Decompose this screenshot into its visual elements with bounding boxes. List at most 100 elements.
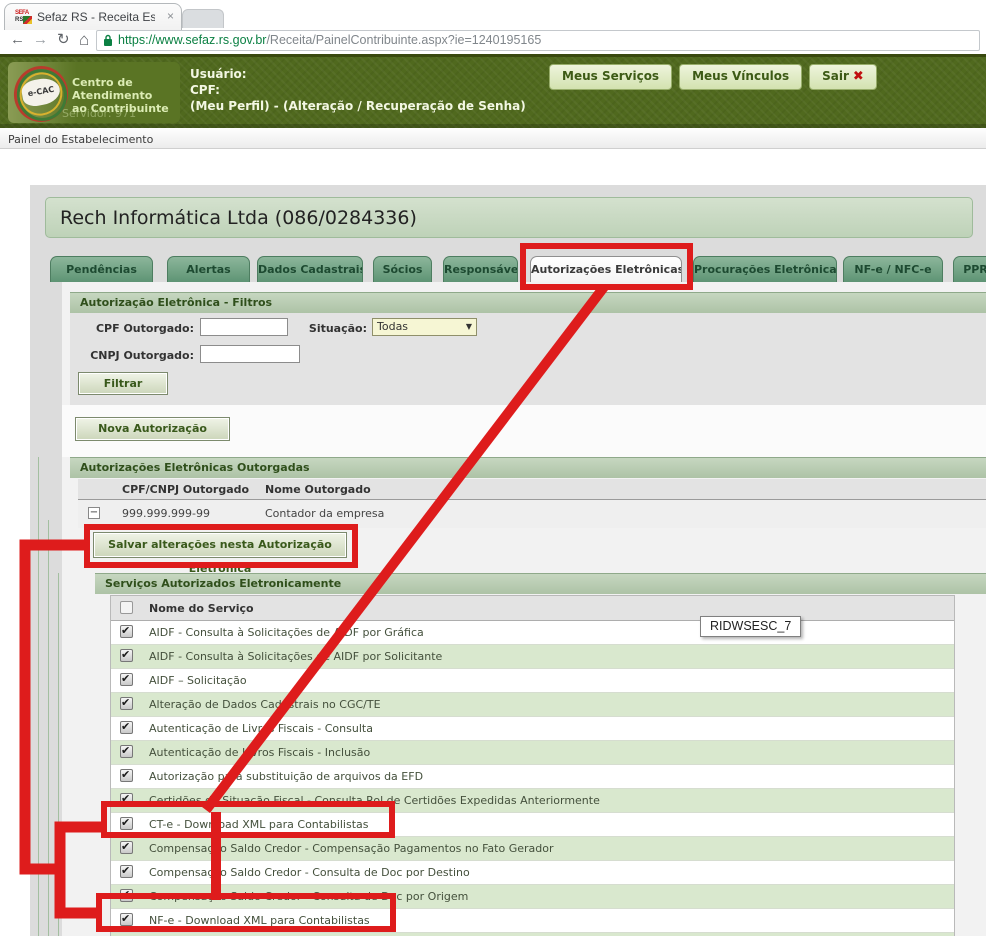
fieldset-border-line bbox=[38, 457, 39, 936]
meus-vinculos-button[interactable]: Meus Vínculos bbox=[679, 64, 802, 90]
service-name: Autorização para substituição de arquivo… bbox=[149, 770, 423, 783]
check-icon: ✔ bbox=[121, 672, 130, 685]
sair-label: Sair bbox=[822, 69, 849, 83]
url-secure-part: https://www.sefaz.rs.gov.br bbox=[118, 33, 266, 47]
new-tab-stub[interactable] bbox=[182, 9, 224, 28]
service-row: ✔ AIDF - Consulta à Solicitações de AIDF … bbox=[111, 645, 954, 669]
service-checkbox[interactable]: ✔ bbox=[120, 673, 133, 686]
outorgadas-section-header: Autorizações Eletrônicas Outorgadas bbox=[70, 457, 986, 478]
filtros-section-header: Autorização Eletrônica - Filtros bbox=[70, 292, 986, 313]
collapse-row-icon[interactable]: − bbox=[88, 507, 100, 519]
forward-icon[interactable]: → bbox=[33, 31, 48, 49]
perfil-links[interactable]: (Meu Perfil) - (Alteração / Recuperação … bbox=[190, 98, 526, 114]
service-row: ✔Alteração de Dados Cadastrais no CGC/TE bbox=[111, 693, 954, 717]
browser-tab-title: Sefaz RS - Receita Estadua bbox=[37, 10, 155, 24]
tab-close-icon[interactable]: × bbox=[167, 10, 174, 22]
sefaz-favicon-icon: SEFA RS bbox=[15, 10, 32, 25]
check-icon: ✔ bbox=[121, 696, 130, 709]
check-icon: ✔ bbox=[121, 624, 130, 637]
service-row: ✔ NF-e - Download XML para Contabilistas bbox=[111, 909, 954, 933]
rs-flag-icon bbox=[23, 16, 32, 24]
cnpj-outorgado-input[interactable] bbox=[200, 345, 300, 363]
situacao-label: Situação: bbox=[255, 322, 367, 335]
salvar-alteracoes-button[interactable]: Salvar alterações nesta Autorização Elet… bbox=[93, 532, 347, 558]
tab-socios[interactable]: Sócios bbox=[373, 256, 432, 282]
tab-ppr[interactable]: PPR bbox=[953, 256, 986, 282]
service-checkbox[interactable]: ✔ bbox=[120, 793, 133, 806]
service-name: AIDF – Solicitação bbox=[149, 674, 247, 687]
col-nome-do-servico: Nome do Serviço bbox=[149, 602, 254, 615]
meus-servicos-button[interactable]: Meus Serviços bbox=[549, 64, 672, 90]
tab-responsaveis[interactable]: Responsáveis bbox=[443, 256, 518, 282]
service-name: CT-e - Download XML para Contabilistas bbox=[149, 818, 369, 831]
check-icon: ✔ bbox=[121, 648, 130, 661]
service-name: Compensação Saldo Credor - Consulta de D… bbox=[149, 890, 468, 903]
service-row: ✔ CT-e - Download XML para Contabilistas bbox=[111, 813, 954, 837]
col-cpf-cnpj-outorgado: CPF/CNPJ Outorgado bbox=[122, 483, 249, 496]
padlock-icon bbox=[103, 34, 113, 47]
service-checkbox[interactable]: ✔ bbox=[120, 721, 133, 734]
site-header: e-CAC Centro de Atendimento ao Contribui… bbox=[0, 54, 986, 131]
service-checkbox[interactable]: ✔ bbox=[120, 769, 133, 782]
service-checkbox[interactable]: ✔ bbox=[120, 817, 133, 830]
service-name: Autenticação de Livros Fiscais - Consult… bbox=[149, 722, 373, 735]
header-buttons: Meus Serviços Meus Vínculos Sair✖ bbox=[549, 64, 877, 90]
tab-procuracoes-eletronicas[interactable]: Procurações Eletrônicas bbox=[693, 256, 837, 282]
org-name-line1: Centro de Atendimento bbox=[72, 76, 180, 102]
service-name: AIDF - Consulta à Solicitações de AIDF p… bbox=[149, 650, 442, 663]
services-table-body: ✔ AIDF - Consulta à Solicitações de AIDF … bbox=[111, 621, 954, 933]
service-checkbox[interactable]: ✔ bbox=[120, 745, 133, 758]
home-icon[interactable]: ⌂ bbox=[79, 31, 89, 49]
service-checkbox[interactable]: ✔ bbox=[120, 697, 133, 710]
service-row: ✔ AIDF – Solicitação bbox=[111, 669, 954, 693]
tab-alertas[interactable]: Alertas bbox=[167, 256, 250, 282]
dropdown-arrow-icon: ▼ bbox=[466, 319, 472, 335]
tooltip: RIDWSESC_7 bbox=[700, 616, 801, 637]
back-icon[interactable]: ← bbox=[10, 31, 25, 49]
situacao-value: Todas bbox=[377, 319, 408, 335]
service-row: ✔ Autenticação de Livros Fiscais - Inclus… bbox=[111, 741, 954, 765]
breadcrumb: Painel do Estabelecimento bbox=[0, 128, 986, 149]
service-checkbox[interactable]: ✔ bbox=[120, 841, 133, 854]
service-name: NF-e - Download XML para Contabilistas bbox=[149, 914, 370, 927]
service-checkbox[interactable]: ✔ bbox=[120, 865, 133, 878]
service-checkbox[interactable]: ✔ bbox=[120, 913, 133, 926]
services-table: Nome do Serviço ✔ AIDF - Consulta à Solic… bbox=[110, 595, 955, 936]
check-icon: ✔ bbox=[121, 792, 130, 805]
check-icon: ✔ bbox=[121, 768, 130, 781]
cpf-label: CPF: bbox=[190, 82, 526, 98]
filtrar-button[interactable]: Filtrar bbox=[78, 372, 168, 395]
url-bar[interactable]: https://www.sefaz.rs.gov.br/Receita/Pain… bbox=[96, 30, 980, 51]
check-icon: ✔ bbox=[121, 720, 130, 733]
outorgadas-table: CPF/CNPJ Outorgado Nome Outorgado − 999.… bbox=[78, 479, 986, 528]
browser-toolbar: ← → ↻ ⌂ https://www.sefaz.rs.gov.br/Rece… bbox=[0, 28, 986, 54]
outorgado-cpf-value: 999.999.999-99 bbox=[122, 507, 210, 520]
service-checkbox[interactable]: ✔ bbox=[120, 625, 133, 638]
cnpj-outorgado-label: CNPJ Outorgado: bbox=[82, 349, 194, 362]
nova-autorizacao-button[interactable]: Nova Autorização bbox=[75, 417, 230, 441]
service-checkbox[interactable]: ✔ bbox=[120, 889, 133, 902]
situacao-select[interactable]: Todas ▼ bbox=[372, 318, 477, 336]
browser-tab[interactable]: SEFA RS Sefaz RS - Receita Estadua × bbox=[4, 3, 182, 30]
tab-autorizacoes-eletronicas[interactable]: Autorizações Eletrônicas bbox=[530, 256, 682, 283]
service-row: ✔ Autenticação de Livros Fiscais - Consul… bbox=[111, 717, 954, 741]
service-row: ✔ AIDF - Consulta à Solicitações de AIDF … bbox=[111, 621, 954, 645]
usuario-label: Usuário: bbox=[190, 66, 526, 82]
check-icon: ✔ bbox=[121, 864, 130, 877]
refresh-icon[interactable]: ↻ bbox=[57, 31, 70, 49]
service-row: ✔ Autorização para substituição de arquiv… bbox=[111, 765, 954, 789]
service-name: Autenticação de Livros Fiscais - Inclusã… bbox=[149, 746, 370, 759]
servicos-section-header: Serviços Autorizados Eletronicamente bbox=[95, 573, 986, 594]
breadcrumb-label[interactable]: Painel do Estabelecimento bbox=[8, 133, 153, 146]
service-name: AIDF - Consulta à Solicitações de AIDF p… bbox=[149, 626, 424, 639]
sair-button[interactable]: Sair✖ bbox=[809, 64, 877, 90]
service-name: Compensação Saldo Credor - Consulta de D… bbox=[149, 866, 470, 879]
ecac-logo: e-CAC Centro de Atendimento ao Contribui… bbox=[8, 62, 180, 123]
select-all-checkbox[interactable] bbox=[120, 601, 133, 614]
service-name: Certidões de Situação Fiscal - Consulta … bbox=[149, 794, 600, 807]
tab-nfe-nfce[interactable]: NF-e / NFC-e bbox=[843, 256, 943, 282]
service-checkbox[interactable]: ✔ bbox=[120, 649, 133, 662]
col-nome-outorgado: Nome Outorgado bbox=[265, 483, 371, 496]
tab-pendencias[interactable]: Pendências bbox=[50, 256, 153, 282]
tab-dados-cadastrais[interactable]: Dados Cadastrais bbox=[257, 256, 363, 282]
